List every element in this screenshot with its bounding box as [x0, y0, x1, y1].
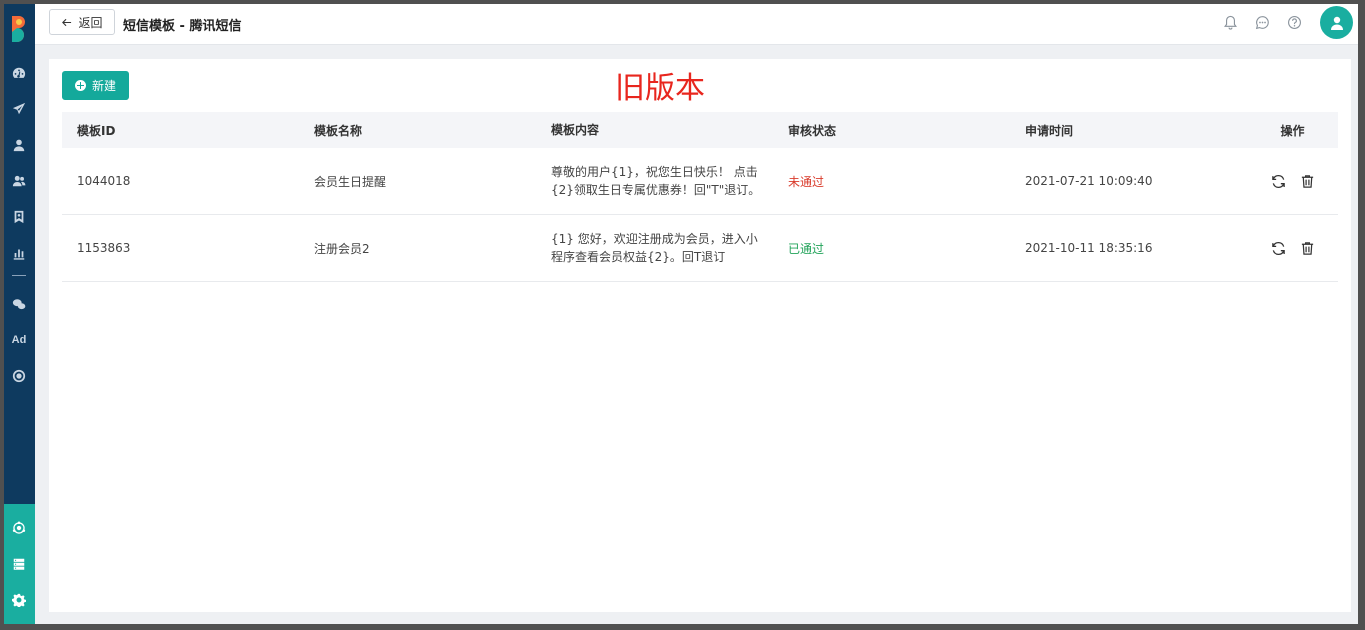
column-header-status: 审核状态 — [788, 123, 837, 138]
bookmark-icon[interactable] — [9, 207, 29, 227]
column-header-name: 模板名称 — [314, 123, 363, 138]
template-content-line: {1} 您好，欢迎注册成为会员，进入小 — [551, 232, 758, 246]
status-badge: 未通过 — [788, 174, 825, 189]
network-icon[interactable] — [9, 518, 29, 538]
target-icon[interactable] — [9, 366, 29, 386]
page-title: 短信模板 - 腾讯短信 — [123, 19, 242, 34]
user-icon[interactable] — [9, 135, 29, 155]
template-id: 1153863 — [77, 241, 131, 255]
plus-circle-icon — [74, 80, 86, 91]
template-table: 模板ID 模板名称 模板内容 审核状态 申请时间 操作 1044018 会员生日… — [62, 112, 1338, 282]
ad-label: Ad — [11, 334, 27, 346]
template-content-line: 尊敬的用户{1}，祝您生日快乐！ 点击 — [551, 165, 758, 179]
delete-icon[interactable] — [1299, 240, 1315, 256]
refresh-icon[interactable] — [1270, 173, 1286, 189]
wechat-icon[interactable] — [9, 294, 29, 314]
template-content-line: 程序查看会员权益{2}。回T退订 — [551, 250, 726, 264]
dashboard-icon[interactable] — [9, 63, 29, 83]
template-content: {1} 您好，欢迎注册成为会员，进入小 程序查看会员权益{2}。回T退订 — [536, 230, 773, 266]
column-header-content: 模板内容 — [551, 123, 600, 137]
server-icon[interactable] — [9, 554, 29, 574]
user-icon — [1330, 16, 1343, 30]
sidebar-divider — [12, 275, 26, 276]
table-row: 1153863 注册会员2 {1} 您好，欢迎注册成为会员，进入小 程序查看会员… — [62, 215, 1338, 282]
refresh-icon[interactable] — [1270, 240, 1286, 256]
apply-time: 2021-07-21 10:09:40 — [1025, 174, 1153, 188]
template-id: 1044018 — [77, 174, 131, 188]
apply-time: 2021-10-11 18:35:16 — [1025, 241, 1153, 255]
template-content: 尊敬的用户{1}，祝您生日快乐！ 点击 {2}领取生日专属优惠券！回"T"退订。 — [536, 163, 773, 199]
users-icon[interactable] — [9, 171, 29, 191]
delete-icon[interactable] — [1299, 173, 1315, 189]
table-row: 1044018 会员生日提醒 尊敬的用户{1}，祝您生日快乐！ 点击 {2}领取… — [62, 148, 1338, 215]
arrow-left-icon — [62, 18, 72, 26]
avatar[interactable] — [1320, 6, 1353, 39]
back-button-label: 返回 — [78, 15, 103, 30]
column-header-id: 模板ID — [77, 123, 116, 138]
app-logo-icon[interactable] — [8, 14, 30, 42]
table-header: 模板ID 模板名称 模板内容 审核状态 申请时间 操作 — [62, 112, 1338, 148]
sidebar: Ad — [4, 4, 35, 624]
content-panel: 新建 旧版本 模板ID 模板名称 模板内容 审核状态 申请时间 操作 10440… — [49, 59, 1351, 612]
template-name: 会员生日提醒 — [314, 174, 387, 189]
back-button[interactable]: 返回 — [49, 9, 115, 35]
version-label: 旧版本 — [615, 71, 705, 106]
new-button-label: 新建 — [91, 79, 116, 93]
new-template-button[interactable]: 新建 — [62, 71, 129, 100]
row-actions — [1247, 173, 1338, 189]
top-header: 返回 短信模板 - 腾讯短信 — [35, 4, 1358, 45]
template-content-line: {2}领取生日专属优惠券！回"T"退订。 — [551, 183, 761, 197]
send-icon[interactable] — [9, 99, 29, 119]
sidebar-bottom-group — [4, 504, 35, 624]
chart-icon[interactable] — [9, 243, 29, 263]
template-name: 注册会员2 — [314, 241, 370, 256]
gear-icon[interactable] — [9, 590, 29, 610]
help-icon[interactable] — [1286, 14, 1302, 30]
chat-icon[interactable] — [1254, 14, 1270, 30]
column-header-time: 申请时间 — [1025, 123, 1074, 138]
status-badge: 已通过 — [788, 241, 825, 256]
bell-icon[interactable] — [1222, 14, 1238, 30]
ad-icon[interactable]: Ad — [9, 330, 29, 350]
column-header-actions: 操作 — [1280, 123, 1305, 138]
row-actions — [1247, 240, 1338, 256]
app-window: Ad 返回 短信模板 - 腾讯短信 新建 旧版本 模板ID 模板名称 模板内容 … — [4, 4, 1358, 624]
